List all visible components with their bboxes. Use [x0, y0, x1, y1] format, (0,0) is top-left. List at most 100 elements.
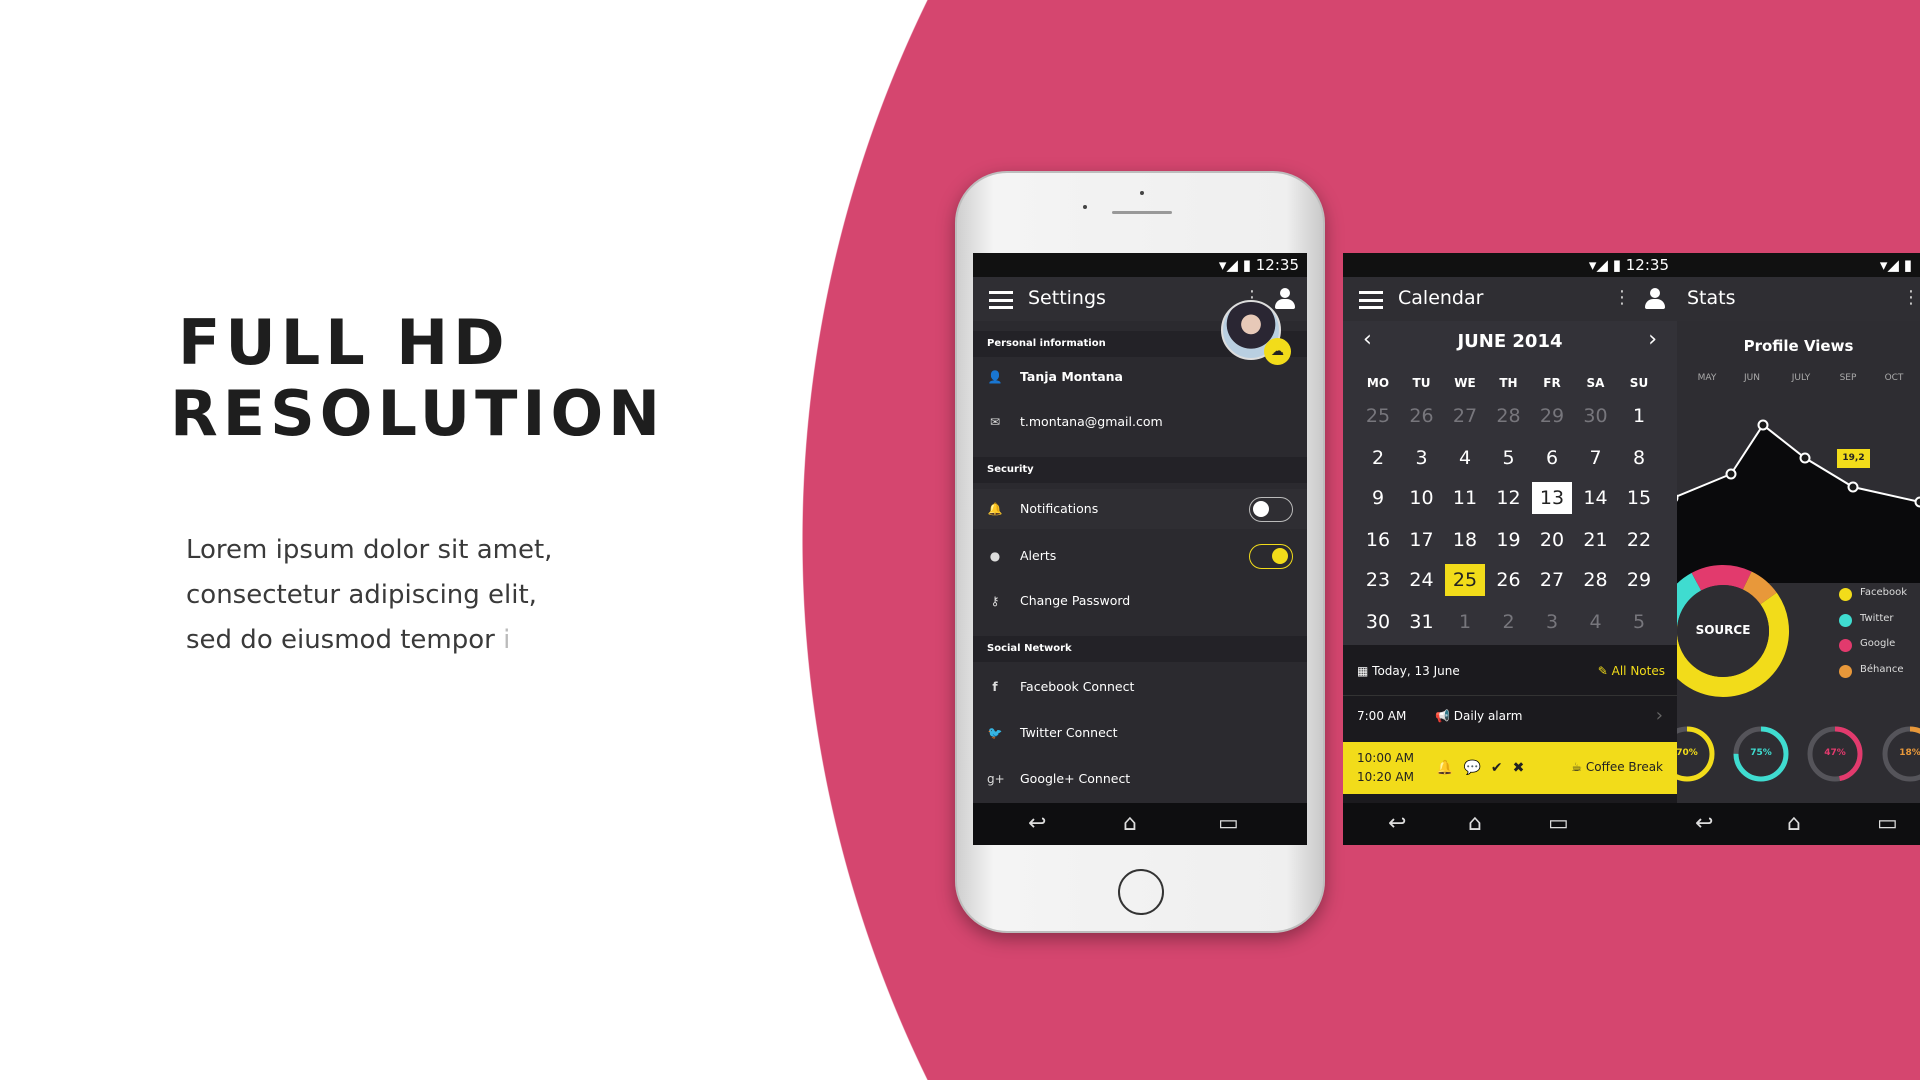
calendar-day[interactable]: 30	[1576, 400, 1616, 432]
calendar-day[interactable]: 2	[1358, 442, 1398, 474]
menu-icon[interactable]	[1359, 291, 1383, 309]
section-header-social: Social Network	[973, 636, 1307, 662]
body-line: Lorem ipsum dolor sit amet,	[186, 535, 553, 565]
calendar-day[interactable]: 9	[1358, 482, 1398, 514]
comment-icon[interactable]: 💬	[1463, 760, 1490, 776]
calendar-day[interactable]: 17	[1402, 524, 1442, 556]
upload-cloud-icon[interactable]: ☁	[1264, 338, 1291, 365]
megaphone-icon: 📢	[1435, 709, 1454, 723]
alerts-toggle[interactable]	[1249, 544, 1293, 569]
twitter-row[interactable]: 🐦 Twitter Connect	[973, 713, 1307, 753]
calendar-day[interactable]: 29	[1532, 400, 1572, 432]
chevron-right-icon[interactable]: ›	[1656, 705, 1663, 726]
calendar-day[interactable]: 5	[1489, 442, 1529, 474]
calendar-day[interactable]: 25	[1445, 564, 1485, 596]
calendar-day[interactable]: 19	[1489, 524, 1529, 556]
home-icon[interactable]: ⌂	[1468, 811, 1482, 836]
more-icon[interactable]: ⋮	[1613, 289, 1631, 307]
all-notes-link[interactable]: ✎ All Notes	[1598, 664, 1665, 678]
calendar-day[interactable]: 1	[1445, 606, 1485, 638]
notifications-toggle[interactable]	[1249, 497, 1293, 522]
coffee-break-label: ☕ Coffee Break	[1571, 760, 1663, 774]
recents-icon[interactable]: ▭	[1218, 811, 1239, 836]
event-coffee-break[interactable]: 10:00 AM 10:20 AM 🔔💬✔✖ ☕ Coffee Break	[1343, 742, 1677, 794]
calendar-day[interactable]: 25	[1358, 400, 1398, 432]
calendar-day[interactable]: 10	[1402, 482, 1442, 514]
calendar-day[interactable]: 26	[1402, 400, 1442, 432]
calendar-day[interactable]: 13	[1532, 482, 1572, 514]
headline-line-2: RESOLUTION	[170, 377, 666, 450]
calendar-day[interactable]: 4	[1445, 442, 1485, 474]
calendar-screen: ▾◢ ▮ 12:35 Calendar ⋮ ‹ JUNE 2014 › MO TU…	[1343, 253, 1677, 845]
back-icon[interactable]: ↩	[1388, 811, 1406, 836]
calendar-day[interactable]: 27	[1532, 564, 1572, 596]
weekday-label: TH	[1499, 376, 1518, 390]
calendar-day[interactable]: 15	[1619, 482, 1659, 514]
calendar-day[interactable]: 11	[1445, 482, 1485, 514]
facebook-row[interactable]: f Facebook Connect	[973, 667, 1307, 707]
user-icon[interactable]	[1645, 288, 1665, 310]
email-row[interactable]: ✉ t.montana@gmail.com	[973, 402, 1307, 442]
google-row[interactable]: g+ Google+ Connect	[973, 759, 1307, 799]
month-label: SEP	[1839, 373, 1857, 383]
home-icon[interactable]: ⌂	[1123, 811, 1137, 836]
calendar-day[interactable]: 22	[1619, 524, 1659, 556]
today-label: Today, 13 June	[1372, 664, 1460, 678]
nav-bar: ↩ ⌂ ▭	[1343, 803, 1677, 845]
event-actions: 🔔💬✔✖	[1436, 760, 1534, 776]
calendar-day[interactable]: 24	[1402, 564, 1442, 596]
coffee-icon: ☕	[1571, 760, 1586, 774]
calendar-day[interactable]: 1	[1619, 400, 1659, 432]
calendar-day[interactable]: 21	[1576, 524, 1616, 556]
calendar-day[interactable]: 29	[1619, 564, 1659, 596]
calendar-day[interactable]: 14	[1576, 482, 1616, 514]
calendar-day[interactable]: 7	[1576, 442, 1616, 474]
calendar-day[interactable]: 28	[1489, 400, 1529, 432]
back-icon[interactable]: ↩	[1695, 811, 1713, 836]
close-icon[interactable]: ✖	[1513, 760, 1535, 776]
home-button[interactable]	[1118, 869, 1164, 915]
calendar-day[interactable]: 27	[1445, 400, 1485, 432]
calendar-day[interactable]: 8	[1619, 442, 1659, 474]
headline-line-1: FULL HD	[178, 306, 510, 379]
calendar-day[interactable]: 23	[1358, 564, 1398, 596]
calendar-day[interactable]: 12	[1489, 482, 1529, 514]
today-row: ▦ Today, 13 June	[1357, 664, 1460, 678]
calendar-day[interactable]: 3	[1532, 606, 1572, 638]
calendar-day[interactable]: 20	[1532, 524, 1572, 556]
event-daily-alarm[interactable]: 📢 Daily alarm	[1435, 709, 1522, 723]
legend-label: Facebook	[1860, 587, 1907, 598]
phone-speaker	[1112, 211, 1172, 214]
bell-icon[interactable]: 🔔	[1436, 760, 1463, 776]
wifi-icon: ▾◢ ▮	[1588, 256, 1626, 274]
donut-label: SOURCE	[1695, 623, 1751, 637]
facebook-label: Facebook Connect	[1020, 679, 1135, 694]
month-label: OCT	[1884, 373, 1904, 383]
calendar-day[interactable]: 26	[1489, 564, 1529, 596]
body-text: Lorem ipsum dolor sit amet, consectetur …	[186, 528, 552, 663]
calendar-day[interactable]: 2	[1489, 606, 1529, 638]
calendar-day[interactable]: 6	[1532, 442, 1572, 474]
person-icon: 👤	[987, 370, 1003, 384]
menu-icon[interactable]	[989, 291, 1013, 309]
calendar-day[interactable]: 3	[1402, 442, 1442, 474]
calendar-day[interactable]: 5	[1619, 606, 1659, 638]
calendar-day[interactable]: 4	[1576, 606, 1616, 638]
user-icon[interactable]	[1275, 288, 1295, 310]
status-time: 12:35	[1625, 256, 1669, 274]
calendar-day[interactable]: 18	[1445, 524, 1485, 556]
next-month-icon[interactable]: ›	[1648, 327, 1657, 352]
home-icon[interactable]: ⌂	[1787, 811, 1801, 836]
back-icon[interactable]: ↩	[1028, 811, 1046, 836]
twitter-icon: 🐦	[987, 726, 1003, 740]
calendar-day[interactable]: 16	[1358, 524, 1398, 556]
name-row[interactable]: 👤 Tanja Montana	[973, 357, 1307, 397]
change-password-row[interactable]: ⚷ Change Password	[973, 581, 1307, 621]
weekday-label: SA	[1586, 376, 1605, 390]
check-icon[interactable]: ✔	[1491, 760, 1513, 776]
recents-icon[interactable]: ▭	[1548, 811, 1569, 836]
recents-icon[interactable]: ▭	[1877, 811, 1898, 836]
calendar-day[interactable]: 28	[1576, 564, 1616, 596]
calendar-day[interactable]: 30	[1358, 606, 1398, 638]
calendar-day[interactable]: 31	[1402, 606, 1442, 638]
